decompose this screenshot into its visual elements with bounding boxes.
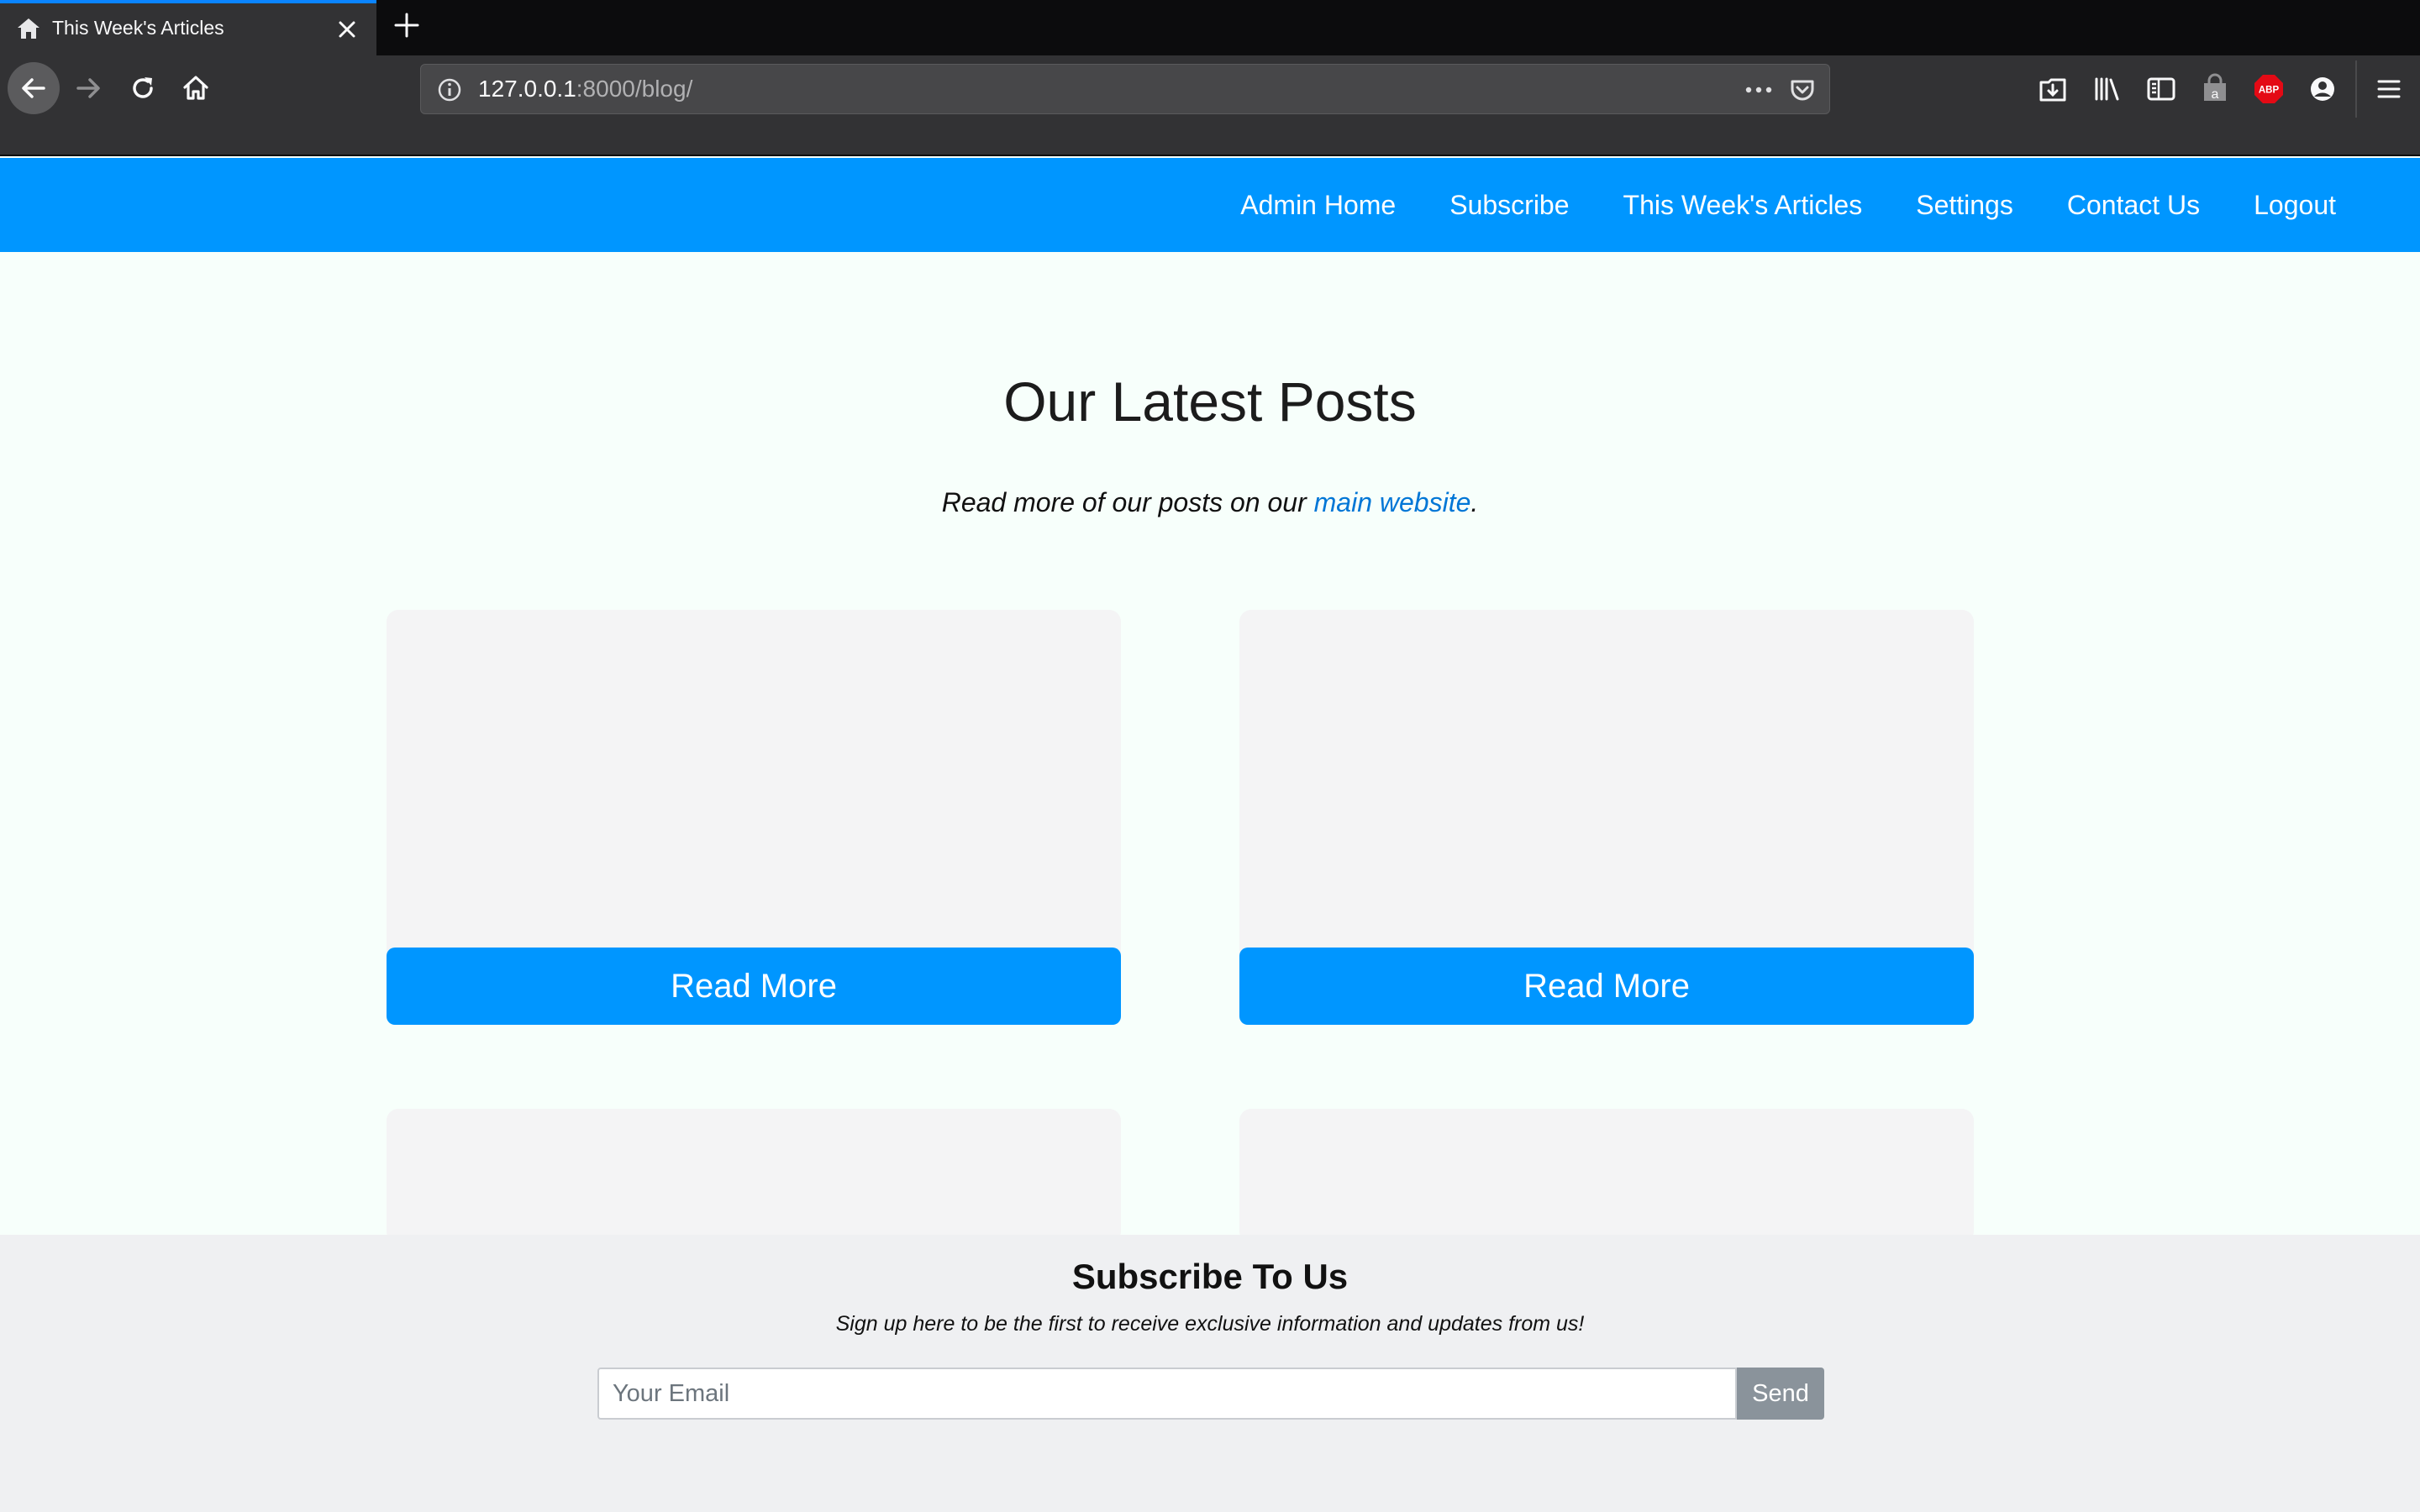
url-host: 127.0.0.1 [478,76,576,102]
pocket-icon[interactable] [1787,75,1818,105]
url-bar[interactable]: 127.0.0.1:8000/blog/ [420,64,1830,114]
nav-contact-us[interactable]: Contact Us [2067,190,2200,220]
reload-icon [133,77,153,98]
account-icon[interactable] [2306,72,2339,106]
info-icon[interactable] [436,76,463,103]
library-icon[interactable] [2091,72,2124,106]
url-text[interactable]: 127.0.0.1:8000/blog/ [478,76,692,102]
nav-logout[interactable]: Logout [2254,190,2336,220]
toolbar-separator [2355,60,2357,118]
nav-admin-home[interactable]: Admin Home [1240,190,1396,220]
shopping-bag-icon[interactable]: a [2198,72,2232,106]
back-icon [22,78,45,98]
back-button[interactable] [8,62,60,114]
post-card [387,1109,1121,1243]
subtitle-text: Read more of our posts on our [941,487,1314,517]
nav-this-weeks-articles[interactable]: This Week's Articles [1623,190,1863,220]
browser-tab-strip: This Week's Articles [0,0,2420,55]
downloads-icon[interactable] [2036,72,2070,106]
more-icon[interactable] [1742,76,1776,103]
reload-button[interactable] [117,62,169,114]
adblock-label: ABP [2259,86,2280,96]
nav-settings[interactable]: Settings [1916,190,2013,220]
home-button[interactable] [170,62,222,114]
page-title: Our Latest Posts [1003,370,1417,433]
menu-icon[interactable] [2372,72,2406,106]
forward-button[interactable] [62,62,114,114]
subscribe-text: Sign up here to be the first to receive … [835,1312,1585,1336]
post-card: Read More [1239,610,1974,1025]
forward-icon [76,78,100,98]
main-website-link[interactable]: main website [1314,487,1471,517]
subscribe-title: Subscribe To Us [1071,1257,1349,1296]
svg-text:a: a [2212,87,2219,102]
url-path: :8000/blog/ [576,76,693,102]
post-card [1239,1109,1974,1243]
browser-toolbar: 127.0.0.1:8000/blog/ a ABP [0,55,2420,156]
adblock-icon[interactable]: ABP [2252,72,2286,106]
email-field[interactable] [597,1368,1737,1420]
nav-subscribe[interactable]: Subscribe [1449,190,1569,220]
post-card: Read More [387,610,1121,1025]
plus-icon[interactable] [392,10,422,40]
send-button[interactable]: Send [1737,1368,1824,1420]
home-icon [183,76,208,100]
browser-tab[interactable]: This Week's Articles [0,0,376,55]
close-icon[interactable] [334,17,360,42]
home-icon [18,18,39,39]
read-more-button[interactable]: Read More [1239,948,1974,1025]
tab-title: This Week's Articles [52,17,224,39]
site-navbar: Admin Home Subscribe This Week's Article… [0,158,2420,252]
subtitle-period: . [1470,487,1479,517]
page-subtitle: Read more of our posts on our main websi… [0,487,2420,518]
sidebar-icon[interactable] [2144,72,2178,106]
subscribe-section: Subscribe To Us Sign up here to be the f… [0,1235,2420,1512]
read-more-button[interactable]: Read More [387,948,1121,1025]
